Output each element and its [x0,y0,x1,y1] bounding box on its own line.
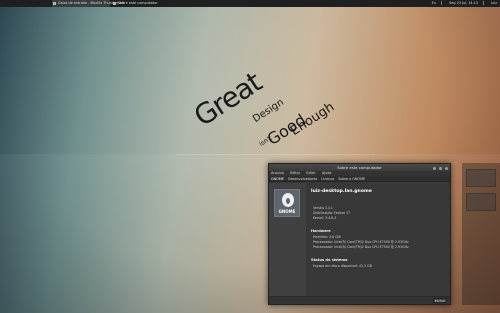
menu-exibir[interactable]: Exibir [306,171,316,175]
status-line: Espaço em disco disponível: 41,2 GB [313,264,372,268]
computer-icon [113,2,116,5]
window-footer: Fechar [269,296,450,304]
hardware-heading: Hardware [311,229,331,233]
about-window: Sobre este computador Arquivo Editar Exi… [268,163,451,305]
dock-item[interactable] [466,169,496,187]
window-title: Sobre este computador [337,165,382,170]
panel-separator [483,1,485,5]
dock-item[interactable] [466,193,496,211]
mail-icon [53,2,56,5]
system-line: Kernel: 3.4.6-2 [313,216,337,220]
menu-editar[interactable]: Editar [290,171,300,175]
minimize-icon[interactable] [432,166,436,170]
close-icon[interactable] [445,166,448,170]
top-panel: Caixa de entrada - Mozilla Thunderbird S… [0,0,500,7]
keyboard-layout-indicator[interactable]: En [432,1,436,5]
menu-ajuda[interactable]: Ajuda [322,171,332,175]
clock[interactable]: Seg 23 Jul, 14:13 [449,1,478,5]
maximize-icon[interactable] [438,166,442,170]
tab-desenvolvedores[interactable]: Desenvolvedores [288,177,317,181]
wallpaper-horizon [175,154,375,155]
system-info: luiz-desktop.lan.gnome Versão 3.4.1 Dist… [309,183,449,296]
tab-gnome[interactable]: GNOME [271,177,284,181]
taskbar-item-about[interactable]: Sobre este computador [112,0,168,7]
system-line: Distribuição: Fedora 17 [313,211,351,215]
panel-status-area: En Seg 23 Jul, 14:13 luiz [428,0,497,7]
toolbar: GNOME Desenvolvedores Licença Sobre o GN… [269,176,450,182]
menu-arquivo[interactable]: Arquivo [271,171,284,175]
gnome-logo: GNOME [274,189,300,217]
hardware-line: Memória: 3,8 GiB [313,235,341,239]
window-titlebar[interactable]: Sobre este computador [269,164,450,171]
taskbar-item-label: Sobre este computador [118,1,158,5]
logo-sidebar: GNOME [269,183,306,296]
logo-text: GNOME [278,209,296,214]
window-content: GNOME luiz-desktop.lan.gnome Versão 3.4.… [269,183,450,296]
close-button[interactable]: Fechar [433,298,447,303]
panel-separator [441,1,443,5]
right-dock [462,163,500,305]
toolbar-title: Sobre o GNOME [338,177,366,181]
user-menu[interactable]: luiz [491,1,497,5]
status-heading: Status do sistema [311,258,348,262]
hardware-line: Processador: Intel(R) Core(TM)2 Duo CPU … [313,240,409,244]
tab-licenca[interactable]: Licença [321,177,334,181]
system-line: Versão 3.4.1 [313,206,333,210]
hostname: luiz-desktop.lan.gnome [311,189,372,194]
hardware-line: Processador: Intel(R) Core(TM)2 Duo CPU … [313,245,409,249]
window-controls [431,164,448,171]
taskbar-item-thunderbird[interactable]: Caixa de entrada - Mozilla Thunderbird [52,0,124,7]
gnome-foot-icon [282,193,294,207]
